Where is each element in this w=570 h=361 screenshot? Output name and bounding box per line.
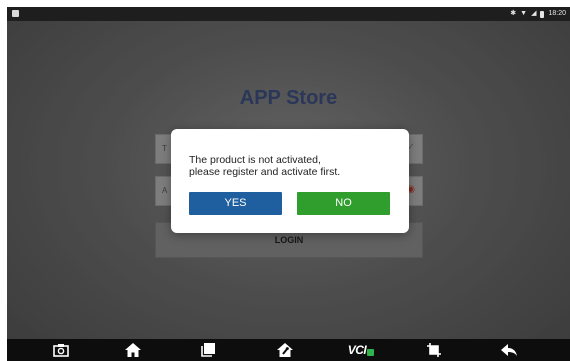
yes-button[interactable]: YES (189, 192, 282, 215)
vci-label: VCI (347, 343, 367, 357)
dialog-message-line-1: The product is not activated, (189, 154, 321, 166)
signal-icon: ◢ (531, 10, 537, 17)
screenshot-icon[interactable] (49, 342, 73, 358)
crop-icon[interactable] (422, 342, 446, 358)
status-icons: ✱ ▼ ◢ 18:20 (510, 9, 566, 19)
back-icon[interactable] (497, 342, 521, 358)
recent-apps-icon[interactable] (196, 342, 220, 358)
battery-icon (540, 10, 545, 18)
dialog-message-line-2: please register and activate first. (189, 166, 341, 178)
home-icon[interactable] (121, 342, 145, 358)
bluetooth-icon: ✱ (510, 10, 517, 17)
status-time: 18:20 (548, 10, 566, 17)
diagnose-icon[interactable] (273, 342, 297, 358)
vci-status-icon (367, 349, 375, 356)
dialog-message: The product is not activated, please reg… (189, 154, 399, 178)
no-button[interactable]: NO (297, 192, 390, 215)
device-screen: ✱ ▼ ◢ 18:20 APP Store T ✓ A ◉ LOGIN The … (7, 7, 570, 361)
activation-dialog: The product is not activated, please reg… (171, 129, 409, 233)
wifi-icon: ▼ (520, 10, 528, 17)
vci-icon[interactable]: VCI (343, 342, 379, 358)
bottom-nav-bar: VCI (7, 339, 570, 361)
status-bar: ✱ ▼ ◢ 18:20 (7, 7, 570, 21)
notification-icon (12, 10, 19, 17)
